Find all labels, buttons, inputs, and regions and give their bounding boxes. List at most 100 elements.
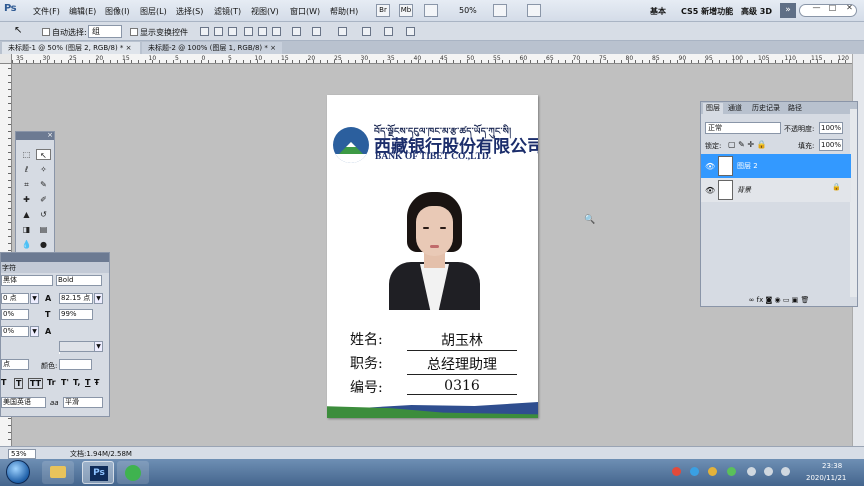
tray-volume-icon[interactable] <box>781 467 790 476</box>
layer-row-selected[interactable]: 👁 图层 2 <box>701 154 851 178</box>
minibridge-icon[interactable]: Mb <box>399 4 413 17</box>
move-tool-icon[interactable]: ↖ <box>14 25 22 36</box>
tools-close-icon[interactable]: × <box>47 131 53 139</box>
fill-input[interactable]: 100% <box>819 139 843 151</box>
language-select[interactable]: 美国英语 <box>1 397 46 408</box>
align-top-icon[interactable] <box>200 27 209 36</box>
view-extras-icon[interactable] <box>424 4 438 17</box>
maximize-button[interactable]: □ <box>826 2 839 13</box>
tray-network-icon[interactable] <box>690 467 699 476</box>
dodge-icon[interactable]: ● <box>36 239 51 250</box>
minimize-button[interactable]: — <box>810 2 823 13</box>
tab-history[interactable]: 历史记录 <box>749 103 783 114</box>
tab-document-1[interactable]: 未标题-1 @ 50% (图层 2, RGB/8) * × <box>2 42 140 54</box>
menu-select[interactable]: 选择(S) <box>176 6 203 17</box>
align-bottom-icon[interactable] <box>228 27 237 36</box>
explorer-taskbar-icon[interactable] <box>42 461 74 484</box>
more-workspaces-button[interactable]: » <box>780 3 796 18</box>
blend-mode-select[interactable]: 正常 <box>705 122 781 134</box>
status-zoom-input[interactable]: 53% <box>8 449 36 459</box>
layer-name[interactable]: 图层 2 <box>737 161 758 171</box>
tools-panel-header[interactable]: × <box>16 131 54 140</box>
distribute-bottom-icon[interactable] <box>338 27 347 36</box>
style-underline-icon[interactable]: T <box>85 378 90 387</box>
distribute-top-icon[interactable] <box>292 27 301 36</box>
menu-image[interactable]: 图像(I) <box>105 6 130 17</box>
baseline-shift-input[interactable]: 点 <box>1 359 29 370</box>
tray-sogou-icon[interactable] <box>672 467 681 476</box>
leading-input[interactable]: 82.15 点 <box>59 293 93 304</box>
eraser-icon[interactable]: ◨ <box>19 224 34 235</box>
workspace-3d[interactable]: 高级 3D <box>741 6 772 17</box>
layer-row[interactable]: 👁 背景 <box>701 178 851 202</box>
document-size-info[interactable]: 文档:1.94M/2.58M <box>70 449 132 459</box>
distribute-right-icon[interactable] <box>406 27 415 36</box>
tray-monitor-icon[interactable] <box>764 467 773 476</box>
kerning-dropdown-icon[interactable]: ▼ <box>94 341 103 352</box>
font-size-dropdown-icon[interactable]: ▼ <box>30 293 39 304</box>
distribute-left-icon[interactable] <box>362 27 371 36</box>
browser-taskbar-icon[interactable] <box>117 461 149 484</box>
menu-filter[interactable]: 滤镜(T) <box>214 6 241 17</box>
tab-channels[interactable]: 通道 <box>725 103 745 114</box>
tray-ime-icon[interactable] <box>708 467 717 476</box>
tracking-input[interactable]: 0% <box>1 309 29 320</box>
clock-time[interactable]: 23:38 <box>822 462 842 470</box>
layers-bottom-icons[interactable]: ∞ fx ◙ ◉ ▭ ▣ 🗑 <box>701 296 857 306</box>
antialias-select[interactable]: 平滑 <box>63 397 103 408</box>
style-superscript-icon[interactable]: T' <box>61 378 69 387</box>
healing-icon[interactable]: ✚ <box>19 194 34 205</box>
style-faux-italic-icon[interactable]: T <box>14 378 24 389</box>
ruler-origin[interactable] <box>0 54 12 64</box>
opacity-input[interactable]: 100% <box>819 122 843 134</box>
menu-window[interactable]: 窗口(W) <box>290 6 320 17</box>
tray-flag-icon[interactable] <box>747 467 756 476</box>
menu-help[interactable]: 帮助(H) <box>330 6 358 17</box>
menu-edit[interactable]: 编辑(E) <box>69 6 96 17</box>
distribute-hcenter-icon[interactable] <box>384 27 393 36</box>
brush-icon[interactable]: ✐ <box>36 194 51 205</box>
arrange-documents-icon[interactable] <box>527 4 541 17</box>
tab-paths[interactable]: 路径 <box>785 103 805 114</box>
text-color-swatch[interactable] <box>59 359 92 370</box>
font-family-select[interactable]: 黑体 <box>1 275 53 286</box>
lasso-icon[interactable]: ℓ <box>19 164 34 175</box>
horizontal-ruler[interactable] <box>12 54 852 64</box>
move-icon[interactable]: ↖ <box>36 149 51 160</box>
id-card-canvas[interactable]: བོད་ལྗོངས་དངུལ་ཁང་མ་རྩ་ཚད་ཡོད་ཀུང་སི། 西藏… <box>327 95 538 418</box>
style-smallcaps-icon[interactable]: Tr <box>47 378 56 387</box>
history-brush-icon[interactable]: ↺ <box>36 209 51 220</box>
menu-layer[interactable]: 图层(L) <box>140 6 167 17</box>
align-right-icon[interactable] <box>272 27 281 36</box>
hand-tool-icon[interactable] <box>493 4 507 17</box>
layer-name[interactable]: 背景 <box>737 185 751 195</box>
style-subscript-icon[interactable]: T, <box>73 378 80 387</box>
visibility-eye-icon[interactable]: 👁 <box>705 186 715 195</box>
style-strikethrough-icon[interactable]: Ŧ <box>94 378 99 387</box>
auto-select-checkbox[interactable] <box>42 28 50 36</box>
style-bold-icon[interactable]: T <box>1 378 6 387</box>
bridge-icon[interactable]: Br <box>376 4 390 17</box>
align-left-icon[interactable] <box>244 27 253 36</box>
workspace-cs5[interactable]: CS5 新增功能 <box>681 6 733 17</box>
align-hcenter-icon[interactable] <box>258 27 267 36</box>
lock-pixels-icons[interactable]: ▢ ✎ ✛ 🔒 <box>728 140 767 149</box>
close-button[interactable]: ✕ <box>843 2 856 13</box>
blur-icon[interactable]: 💧 <box>19 239 34 250</box>
zoom-level[interactable]: 50% <box>459 6 477 15</box>
eyedropper-icon[interactable]: ✎ <box>36 179 51 190</box>
start-button-icon[interactable] <box>6 460 30 484</box>
vertical-scale-input[interactable]: 0% <box>1 326 29 337</box>
horizontal-scale-input[interactable]: 99% <box>59 309 93 320</box>
photoshop-taskbar-icon[interactable]: Ps <box>82 461 114 484</box>
font-size-input[interactable]: 0 点 <box>1 293 29 304</box>
vscale-dropdown-icon[interactable]: ▼ <box>30 326 39 337</box>
magic-wand-icon[interactable]: ✧ <box>36 164 51 175</box>
stamp-icon[interactable]: ▲ <box>19 209 34 220</box>
crop-icon[interactable]: ⌗ <box>19 179 34 190</box>
tab-document-2[interactable]: 未标题-2 @ 100% (图层 1, RGB/8) * × <box>142 42 282 54</box>
tab-character[interactable]: 字符 <box>2 263 16 273</box>
tray-security-icon[interactable] <box>727 467 736 476</box>
show-transform-checkbox[interactable] <box>130 28 138 36</box>
clock-date[interactable]: 2020/11/21 <box>806 474 846 482</box>
